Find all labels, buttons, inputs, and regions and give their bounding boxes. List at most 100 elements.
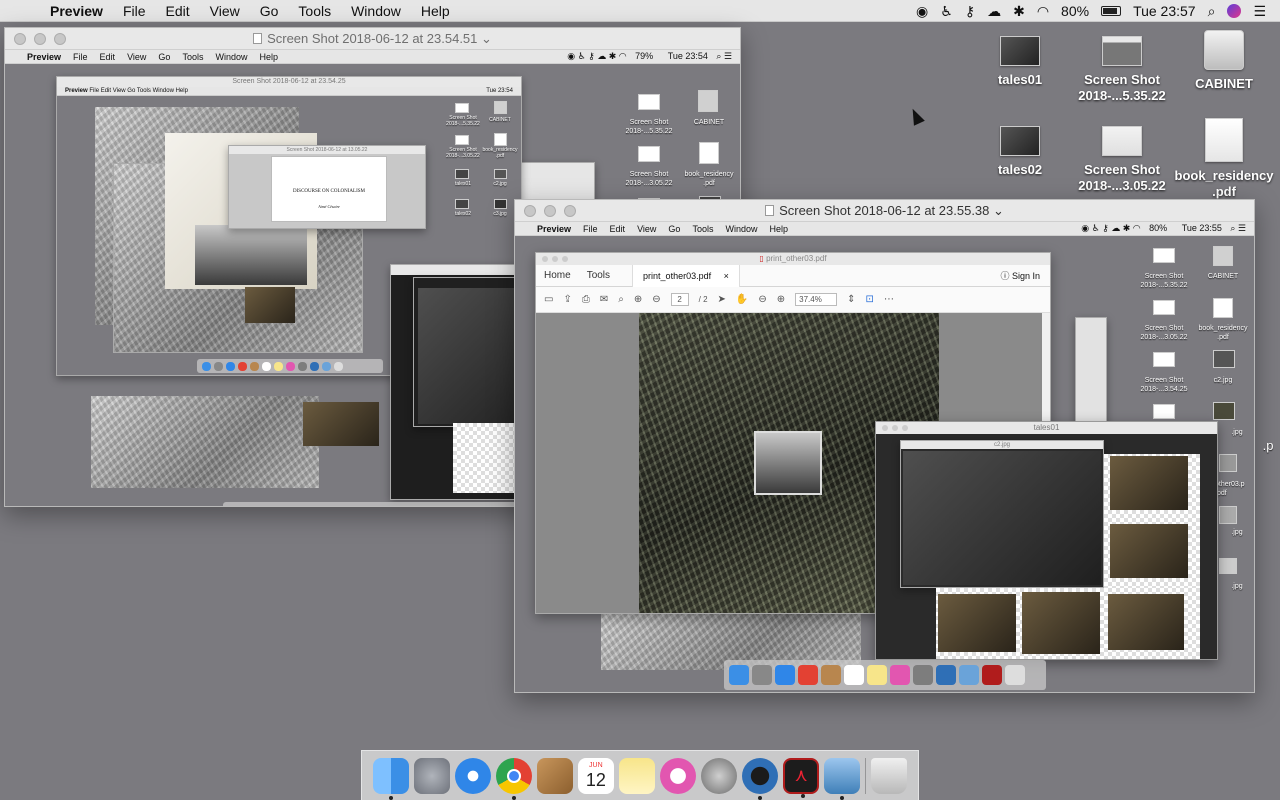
mini-menu-item: Go [158,51,171,62]
partial-desktop-label: .jpg [1231,429,1243,436]
launchpad-icon[interactable] [413,757,450,794]
book-author: Aimé Césaire [318,204,340,209]
menu-file[interactable]: File [113,0,156,22]
close-button [542,256,548,262]
window-titlebar[interactable]: Screen Shot 2018-06-12 at 23.55.38 ⌄ [515,200,1254,222]
minimize-button[interactable] [34,32,46,45]
cloud-icon[interactable]: ☁ [981,0,1007,22]
desktop-icon-screenshot-3-05-22[interactable]: Screen Shot 2018-...3.05.22 [1072,126,1172,194]
spotlight-icon[interactable]: ⌕ [1202,0,1222,22]
itunes-icon[interactable] [659,757,696,794]
notefile-icon[interactable] [536,757,573,794]
image-thumbnail [1000,36,1040,66]
notefile-icon [250,361,259,371]
mini-menu-item: View [637,223,657,234]
window-titlebar[interactable]: Screen Shot 2018-06-12 at 23.54.51 ⌄ [5,28,740,50]
minimize-button [552,256,558,262]
menu-edit[interactable]: Edit [156,0,200,22]
bluetooth-icon[interactable]: ✱ [1007,0,1031,22]
safari-icon[interactable] [454,757,491,794]
acrobat-icon[interactable]: ⋏ [783,757,820,798]
uniform-photo [303,402,379,446]
wifi-icon[interactable]: ◠ [1031,0,1055,22]
micro-image-thumbnail [455,169,469,179]
key-icon[interactable]: ⚷ [959,0,981,22]
mini-desktop-label: CABINET [693,119,725,126]
fit-page-icon: ⇕ [847,294,856,305]
micro-desktop-label: CABINET [489,117,511,123]
mini-image-thumbnail [1213,402,1235,420]
notes-icon[interactable] [618,757,655,794]
desktop-icon-cabinet[interactable]: CABINET [1174,30,1274,92]
acrobat-toolbar: ▭ ⇪ ⎙ ✉ ⌕ ⊕ ⊖ 2 / 2 ➤ ✋ ⊖ ⊕ 37.4% ⇕ ⊡ ⋯ [536,287,1050,313]
mini-status: ◉ ♿ ⚷ ☁ ✱ ◠ 80% Tue 23:55 ⌕ ☰ [1081,223,1246,233]
chrome-icon[interactable] [495,757,532,800]
nested-window-title: Screen Shot 2018-06-12 at 23.54.25 [57,77,521,87]
chevron-down-icon: ⌄ [993,202,1004,218]
museum-photo [1110,524,1188,578]
finder-icon[interactable] [372,757,409,800]
page-number-field: 2 [670,293,689,306]
desktop-icon-tales02[interactable]: tales02 [970,126,1070,178]
mini-image-thumbnail [1219,454,1237,472]
mini-app-name: Preview [537,223,572,234]
menu-app-name[interactable]: Preview [40,0,113,22]
mini-desktop-label: book_residency .pdf [684,171,734,187]
mini-dock [724,660,1046,690]
micro-menu-item: View [112,88,126,94]
preview-icon [322,361,331,371]
zoom-button[interactable] [564,204,576,217]
mini-desktop-label: Screen Shot 2018-...3.05.22 [1140,325,1188,341]
menu-window[interactable]: Window [341,0,411,22]
desktop-icon-book-residency[interactable]: book_residency .pdf [1174,118,1274,200]
calendar-icon[interactable]: JUN 12 [577,757,614,794]
menu-go[interactable]: Go [250,0,289,22]
launchpad-icon [214,361,223,371]
micro-image-thumbnail [455,199,469,209]
mini-window-fragment [1075,317,1107,427]
notification-center-icon[interactable]: ☰ [1247,0,1272,22]
battery-percent[interactable]: 80% [1055,0,1095,22]
zoom-button[interactable] [54,32,66,45]
chrome-icon [238,361,247,371]
menu-view[interactable]: View [200,0,250,22]
battery-icon[interactable] [1095,0,1127,22]
system-preferences-icon[interactable] [701,757,738,794]
mini-menu-item: View [127,51,147,62]
accessibility-icon[interactable]: ♿ [934,0,959,22]
bird-photo [903,451,1101,585]
siri-icon[interactable] [1221,0,1247,22]
mini-desktop-label: c2.jpg [1213,377,1233,384]
window-controls [542,256,568,262]
desktop-icon-screenshot-5-35-22[interactable]: Screen Shot 2018-...5.35.22 [1072,36,1172,104]
chevron-down-icon: ⌄ [481,30,492,46]
clock[interactable]: Tue 23:57 [1127,0,1202,22]
menu-tools[interactable]: Tools [288,0,341,22]
trash-icon [334,361,343,371]
desktop-icon-label: tales02 [997,162,1043,177]
museum-photo [1022,592,1100,654]
document-tab-label: print_other03.pdf [643,270,712,281]
drive-icon [1204,30,1244,70]
menu-help[interactable]: Help [411,0,460,22]
record-icon[interactable]: ◉ [910,0,934,22]
close-button[interactable] [524,204,536,217]
preview-icon[interactable] [824,757,861,800]
mini-menu-item: Help [259,51,278,62]
window-title: Screen Shot 2018-06-12 at 23.54.51 ⌄ [5,31,740,47]
minimize-button[interactable] [544,204,556,217]
close-button[interactable] [14,32,26,45]
desktop-icon-tales01[interactable]: tales01 [970,36,1070,88]
dock-separator [865,757,867,794]
safari-icon [775,665,795,685]
pdf-icon: ▯ [759,254,764,263]
mini-image-thumbnail [1153,248,1175,263]
window-controls [5,32,66,45]
micro-menu-item: Tools [136,88,151,94]
menu-bar: Preview File Edit View Go Tools Window H… [0,0,1280,22]
trash-icon[interactable] [871,757,908,794]
quicktime-icon[interactable] [742,757,779,800]
micro-menu-bar: Preview File Edit View Go Tools Window H… [57,87,521,96]
book-page: DISCOURSE ON COLONIALISM Aimé Césaire [271,156,387,222]
zoom-button [562,256,568,262]
